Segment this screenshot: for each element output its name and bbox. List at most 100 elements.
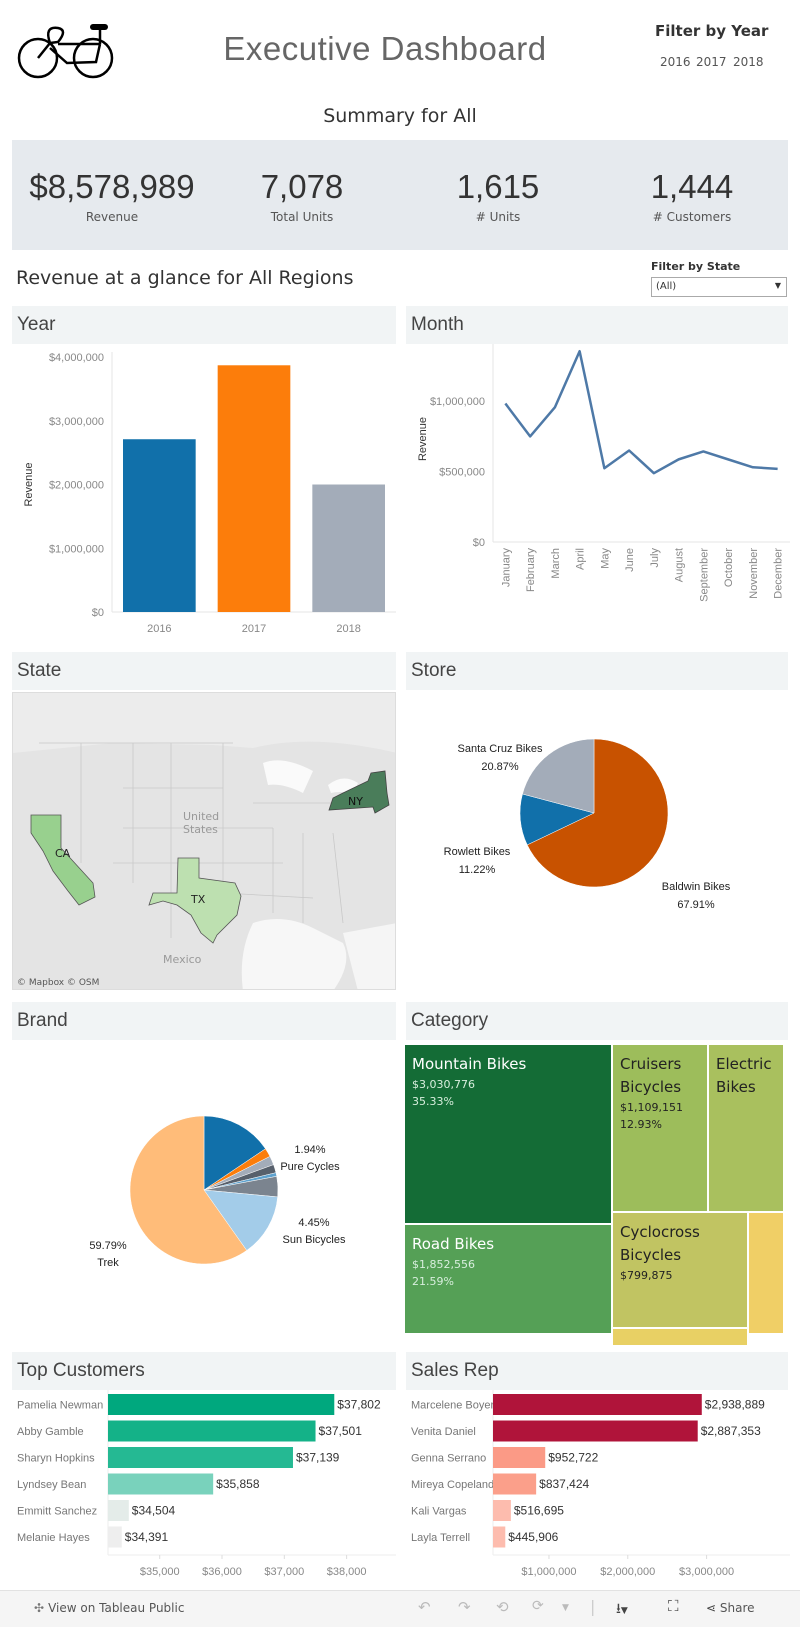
undo-icon[interactable]: ↶ bbox=[418, 1598, 431, 1616]
pie-label-name: Trek bbox=[97, 1257, 119, 1269]
y-tick-label: $4,000,000 bbox=[49, 352, 104, 364]
treemap-name: Electric Bikes bbox=[716, 1055, 772, 1096]
share-icon: ⋖ bbox=[706, 1601, 717, 1615]
kpi-label: Revenue bbox=[85, 210, 139, 224]
bar-value-label: $37,501 bbox=[319, 1424, 363, 1438]
state-filter-value: (All) bbox=[656, 281, 677, 292]
kpi-customers: 1,444 # Customers bbox=[592, 168, 792, 224]
map-label-ca: CA bbox=[55, 847, 71, 860]
filter-state-label: Filter by State bbox=[651, 260, 741, 273]
pie-label-name: Pure Cycles bbox=[280, 1161, 340, 1173]
pie-label-name: Rowlett Bikes bbox=[444, 846, 511, 858]
kpi-label: # Units bbox=[475, 210, 521, 224]
bar-value-label: $445,906 bbox=[508, 1530, 558, 1544]
panel-title-year: Year bbox=[12, 306, 396, 344]
share-button[interactable]: ⋖ Share bbox=[706, 1601, 755, 1615]
bar-category-label: Venita Daniel bbox=[411, 1426, 476, 1438]
top-customers-bar-chart: Pamelia Newman $37,802 Abby Gamble $37,501 S… bbox=[17, 1390, 396, 1578]
y-tick-label: $500,000 bbox=[439, 467, 485, 479]
tableau-toolbar: ✣ View on Tableau Public ↶ ↷ ⟲ ⟳ ▼ | ⭳▼ ⛶… bbox=[0, 1590, 800, 1627]
year-filter-2018[interactable]: 2018 bbox=[733, 55, 764, 69]
bar-2016 bbox=[123, 439, 196, 612]
bar bbox=[493, 1447, 546, 1468]
y-tick-label: $0 bbox=[92, 607, 104, 619]
bar-value-label: $34,391 bbox=[125, 1530, 169, 1544]
kpi-label: Total Units bbox=[270, 210, 334, 224]
panel-title-month: Month bbox=[406, 306, 788, 344]
bar-category-label: Pamelia Newman bbox=[17, 1400, 103, 1412]
x-tick-label: April bbox=[575, 548, 587, 570]
bar bbox=[108, 1473, 214, 1495]
panel-title-store: Store bbox=[406, 652, 788, 690]
redo-icon[interactable]: ↷ bbox=[458, 1598, 471, 1616]
bar bbox=[493, 1500, 511, 1521]
treemap-cell-cruisers-bicycles[interactable]: Cruisers Bicycles $1,109,151 12.93% bbox=[612, 1044, 708, 1212]
treemap-cell-mountain-bikes[interactable]: Mountain Bikes $3,030,776 35.33% bbox=[404, 1044, 612, 1224]
bar bbox=[108, 1394, 335, 1415]
map-attribution: © Mapbox © OSM bbox=[17, 978, 99, 988]
year-filter-2017[interactable]: 2017 bbox=[696, 55, 727, 69]
refresh-icon[interactable]: ⟳ bbox=[532, 1598, 544, 1614]
refresh-dropdown-icon[interactable]: ▼ bbox=[562, 1603, 569, 1613]
map-label-ny: NY bbox=[348, 795, 363, 808]
store-pie-chart: Baldwin Bikes 67.91% Rowlett Bikes 11.22% Sa… bbox=[444, 738, 731, 911]
bar-category-label: Kali Vargas bbox=[411, 1506, 467, 1518]
bar-value-label: $2,938,889 bbox=[705, 1398, 765, 1412]
bar-value-label: $37,802 bbox=[337, 1398, 381, 1412]
treemap-cell-road-bikes[interactable]: Road Bikes $1,852,556 21.59% bbox=[404, 1224, 612, 1334]
kpi-band: $8,578,989 Revenue 7,078 Total Units 1,6… bbox=[12, 140, 788, 250]
kpi-label: # Customers bbox=[652, 210, 732, 224]
map-label-mexico: Mexico bbox=[163, 953, 202, 966]
treemap-cell-electric-bikes[interactable]: Electric Bikes bbox=[708, 1044, 784, 1212]
bar-2018 bbox=[312, 484, 385, 612]
x-tick-label: May bbox=[599, 548, 611, 569]
map-label-country: United States bbox=[183, 810, 219, 836]
panel-title-sales-rep: Sales Rep bbox=[406, 1352, 788, 1390]
treemap-value: $3,030,776 bbox=[412, 1078, 475, 1091]
treemap-cell[interactable] bbox=[612, 1328, 748, 1346]
panel-title-category: Category bbox=[406, 1002, 788, 1040]
month-line-chart: $0 $500,000 $1,000,000 January February March… bbox=[417, 344, 790, 602]
fullscreen-icon[interactable]: ⛶ bbox=[668, 1597, 679, 1615]
treemap-cell[interactable] bbox=[748, 1212, 784, 1334]
y-axis-title: Revenue bbox=[417, 417, 429, 461]
panel-title-state: State bbox=[12, 652, 396, 690]
view-on-tableau-link[interactable]: ✣ View on Tableau Public bbox=[34, 1601, 184, 1615]
state-map[interactable]: United States CA TX NY Mexico © Mapbox © … bbox=[12, 692, 396, 990]
kpi-value: 7,078 bbox=[260, 168, 344, 205]
x-tick-label: $37,000 bbox=[264, 1566, 304, 1578]
bar-category-label: Emmitt Sanchez bbox=[17, 1506, 97, 1518]
toolbar-divider: | bbox=[590, 1597, 596, 1616]
bar-value-label: $37,139 bbox=[296, 1451, 340, 1465]
pie-label-value: 67.91% bbox=[677, 899, 715, 911]
x-tick-label: $3,000,000 bbox=[679, 1566, 734, 1578]
bar bbox=[493, 1394, 702, 1415]
x-tick-label: November bbox=[748, 548, 760, 599]
tableau-logo-icon: ✣ bbox=[34, 1601, 45, 1615]
x-tick-label: September bbox=[698, 548, 710, 602]
category-treemap: Mountain Bikes $3,030,776 35.33% Road Bikes… bbox=[404, 1044, 784, 1346]
x-tick-label: August bbox=[674, 548, 686, 582]
state-filter-dropdown[interactable]: (All) ▼ bbox=[651, 277, 787, 297]
pie-label-value: 1.94% bbox=[294, 1144, 325, 1156]
chevron-down-icon: ▼ bbox=[774, 281, 781, 290]
summary-title: Summary for All bbox=[323, 105, 477, 127]
year-filter-2016[interactable]: 2016 bbox=[660, 55, 691, 69]
treemap-cell-cyclocross-bicycles[interactable]: Cyclocross Bicycles $799,875 bbox=[612, 1212, 748, 1328]
bar-category-label: Genna Serrano bbox=[411, 1453, 486, 1465]
bar-value-label: $952,722 bbox=[548, 1451, 598, 1465]
bar bbox=[108, 1447, 293, 1468]
bar bbox=[108, 1526, 122, 1548]
x-tick-label: $1,000,000 bbox=[521, 1566, 576, 1578]
y-axis-title: Revenue bbox=[23, 462, 35, 506]
kpi-value: 1,615 bbox=[456, 168, 540, 205]
treemap-percent: 12.93% bbox=[620, 1118, 662, 1131]
treemap-value: $1,852,556 bbox=[412, 1258, 475, 1271]
pie-label-name: Baldwin Bikes bbox=[662, 881, 731, 893]
bar-category-label: Mireya Copeland bbox=[411, 1479, 494, 1491]
bar bbox=[493, 1473, 537, 1495]
bar bbox=[108, 1500, 129, 1521]
brand-pie-chart: 1.94% Pure Cycles 4.45% Sun Bicycles 59.79% T… bbox=[89, 1115, 346, 1269]
revert-icon[interactable]: ⟲ bbox=[496, 1598, 509, 1616]
download-icon[interactable]: ⭳▼ bbox=[616, 1598, 628, 1622]
